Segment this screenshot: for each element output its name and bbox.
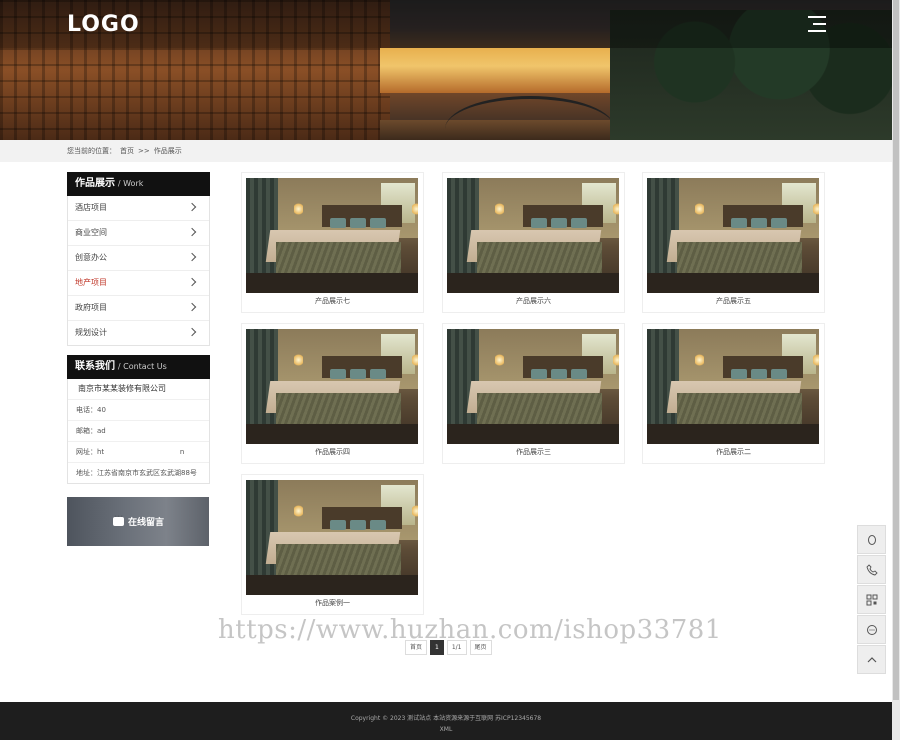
chevron-right-icon [187,302,197,312]
footer-copyright: Copyright © 2023 测试站点 本站资源来源于互联网 苏ICP123… [350,715,542,722]
breadcrumb-home[interactable]: 首页 [120,147,134,155]
chat-icon[interactable] [857,615,886,644]
floating-toolbar [857,525,886,675]
sidebar-item-label: 商业空间 [75,228,107,237]
product-image[interactable] [246,329,418,444]
breadcrumb-separator: >> [138,147,150,155]
contact-website: 网址：ht n [68,442,209,463]
product-title[interactable]: 作品展示四 [242,447,423,457]
sidebar-item[interactable]: 政府项目 [68,296,209,321]
product-title[interactable]: 作品展示二 [643,447,824,457]
sidebar-header: 作品展示 / Work [67,172,210,196]
chevron-right-icon [187,252,197,262]
contact-title: 联系我们 [75,361,115,372]
product-card[interactable]: 作品展示二 [642,323,825,464]
chevron-right-icon [187,327,197,337]
site-footer: Copyright © 2023 测试站点 本站资源来源于互联网 苏ICP123… [0,702,892,740]
sidebar-item[interactable]: 酒店项目 [68,196,209,221]
product-image[interactable] [246,480,418,595]
sidebar-title: 作品展示 [75,178,115,189]
sidebar-list: 酒店项目商业空间创意办公地产项目政府项目规划设计 [67,196,210,346]
phone-icon[interactable] [857,555,886,584]
sidebar-item-label: 政府项目 [75,303,107,312]
qrcode-icon[interactable] [857,585,886,614]
product-image[interactable] [647,178,819,293]
chevron-right-icon [187,202,197,212]
product-title[interactable]: 作品案例一 [242,598,423,608]
sidebar-item-label: 酒店项目 [75,203,107,212]
sidebar-item-label: 地产项目 [75,278,107,287]
banner-sunset [380,48,640,93]
page-scrollbar[interactable] [892,0,900,740]
scrollbar-thumb[interactable] [893,0,899,700]
sidebar-item[interactable]: 规划设计 [68,321,209,345]
product-image[interactable] [447,329,619,444]
contact-panel: 联系我们 / Contact Us 南京市某某装修有限公司 电话：40 邮箱：a… [67,355,210,484]
breadcrumb: 您当前的位置： 首页 >> 作品展示 [67,146,186,156]
watermark-text: https://www.huzhan.com/ishop33781 [218,615,722,645]
sidebar-item-label: 创意办公 [75,253,107,262]
online-message-label: 在线留言 [128,518,165,528]
contact-email: 邮箱：ad [68,421,209,442]
online-message-button[interactable]: 在线留言 [67,497,209,546]
category-sidebar: 作品展示 / Work 酒店项目商业空间创意办公地产项目政府项目规划设计 [67,172,210,346]
product-card[interactable]: 作品展示三 [442,323,625,464]
contact-address: 地址：江苏省南京市玄武区玄武湖88号 [76,469,197,477]
product-card[interactable]: 产品展示六 [442,172,625,313]
contact-phone: 电话：40 [68,400,209,421]
product-image[interactable] [647,329,819,444]
contact-box: 南京市某某装修有限公司 电话：40 邮箱：ad 网址：ht n 地址：江苏省南京… [67,379,210,484]
product-card[interactable]: 产品展示七 [241,172,424,313]
product-title[interactable]: 产品展示七 [242,296,423,306]
product-card[interactable]: 作品案例一 [241,474,424,615]
product-title[interactable]: 产品展示六 [443,296,624,306]
sidebar-item[interactable]: 商业空间 [68,221,209,246]
back-to-top-icon[interactable] [857,645,886,674]
product-card[interactable]: 产品展示五 [642,172,825,313]
contact-company: 南京市某某装修有限公司 [68,379,209,400]
contact-subtitle: / Contact Us [117,362,167,371]
chat-bubble-icon [113,512,124,526]
sidebar-subtitle: / Work [117,179,144,188]
product-image[interactable] [447,178,619,293]
sidebar-item[interactable]: 地产项目 [68,271,209,296]
product-title[interactable]: 产品展示五 [643,296,824,306]
product-card[interactable]: 作品展示四 [241,323,424,464]
sidebar-item[interactable]: 创意办公 [68,246,209,271]
product-image[interactable] [246,178,418,293]
banner-bridge [445,96,615,129]
chevron-right-icon [187,227,197,237]
site-logo[interactable]: LOGO [67,12,140,37]
chevron-right-icon [187,277,197,287]
footer-xml-link[interactable]: XML [0,726,892,733]
breadcrumb-prefix: 您当前的位置： [67,147,116,155]
sidebar-item-label: 规划设计 [75,328,107,337]
contact-header: 联系我们 / Contact Us [67,355,210,379]
product-title[interactable]: 作品展示三 [443,447,624,457]
menu-icon[interactable] [808,16,826,32]
breadcrumb-current[interactable]: 作品展示 [154,147,182,155]
qq-icon[interactable] [857,525,886,554]
